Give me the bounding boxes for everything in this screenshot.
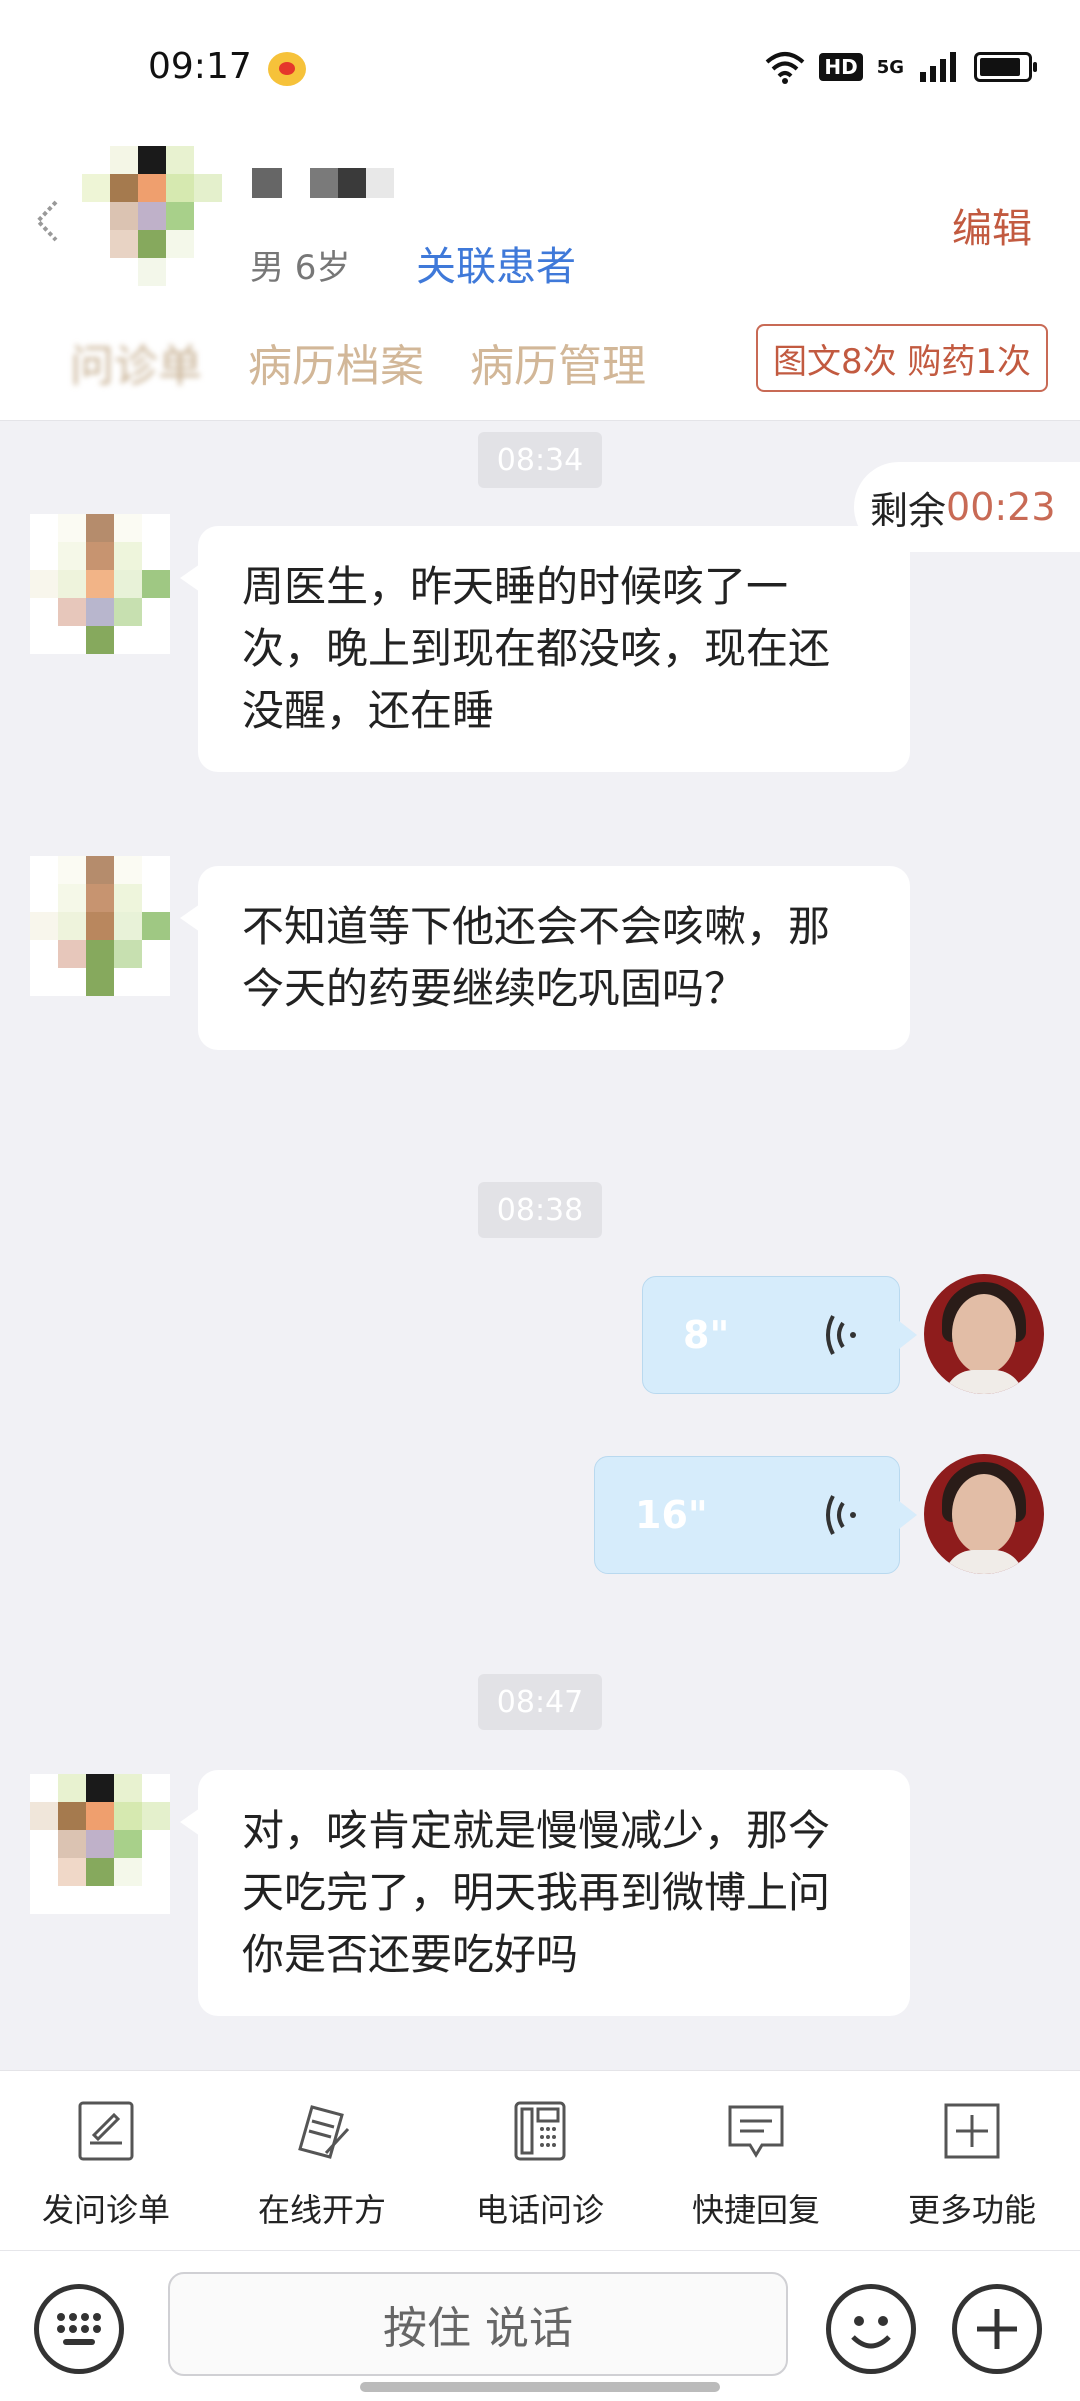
timestamp: 08:38	[478, 1182, 602, 1238]
voice-message[interactable]: 8"	[642, 1276, 917, 1394]
keyboard-toggle-icon[interactable]	[34, 2284, 124, 2374]
doctor-avatar[interactable]	[924, 1274, 1044, 1394]
voice-duration: 8"	[683, 1313, 730, 1357]
service-count-badge[interactable]: 图文8次 购药1次	[756, 324, 1048, 392]
hd-badge: HD	[819, 53, 863, 81]
tool-label: 在线开方	[257, 2191, 386, 2229]
phone-icon	[514, 2101, 566, 2161]
patient-message[interactable]: 周医生，昨天睡的时候咳了一次，晚上到现在都没咳，现在还没醒，还在睡	[180, 526, 910, 772]
function-toolbar: 发问诊单 在线开方 电话问诊 快捷回复 更多功能	[0, 2070, 1080, 2251]
timestamp: 08:47	[478, 1674, 602, 1730]
prescription-icon	[298, 2105, 350, 2159]
emoji-icon[interactable]	[826, 2284, 916, 2374]
voice-message[interactable]: 16"	[594, 1456, 917, 1574]
tool-label: 电话问诊	[475, 2191, 604, 2229]
tool-label: 更多功能	[907, 2191, 1036, 2229]
more-icon	[944, 2103, 1000, 2159]
link-patient-link[interactable]: 关联患者	[416, 234, 576, 292]
tool-label: 快捷回复	[691, 2191, 820, 2229]
patient-message[interactable]: 对，咳肯定就是慢慢减少，那今天吃完了，明天我再到微博上问你是否还要吃好吗	[180, 1770, 910, 2016]
tab-record-management[interactable]: 病历管理	[470, 330, 646, 394]
network-type: 5G	[876, 56, 904, 78]
tab-bar: 问诊单 病历档案 病历管理	[70, 330, 646, 394]
voice-duration: 16"	[635, 1493, 708, 1537]
voice-wave-icon	[826, 1315, 856, 1355]
remaining-value: 00:23	[946, 485, 1056, 529]
send-consult-form-button[interactable]: 发问诊单	[6, 2099, 206, 2231]
patient-avatar[interactable]	[30, 514, 170, 654]
quick-reply-button[interactable]: 快捷回复	[656, 2099, 856, 2231]
battery-icon	[974, 52, 1037, 82]
wifi-icon	[766, 52, 805, 84]
status-time: 09:17	[148, 46, 252, 87]
doctor-avatar[interactable]	[924, 1454, 1044, 1574]
form-icon	[78, 2101, 134, 2161]
patient-avatar[interactable]	[82, 146, 222, 286]
hold-to-talk-button[interactable]: 按住 说话	[168, 2272, 788, 2376]
phone-consult-button[interactable]: 电话问诊	[440, 2099, 640, 2231]
home-indicator[interactable]	[360, 2382, 720, 2392]
patient-avatar[interactable]	[30, 856, 170, 996]
quick-reply-icon	[728, 2105, 784, 2158]
signal-icon	[920, 52, 956, 82]
patient-name-redacted	[252, 168, 402, 198]
weibo-icon	[268, 52, 306, 86]
patient-avatar[interactable]	[30, 1774, 170, 1914]
edit-button[interactable]: 编辑	[952, 196, 1032, 254]
patient-gender-age: 男 6岁	[250, 248, 351, 288]
add-icon[interactable]	[952, 2284, 1042, 2374]
patient-message[interactable]: 不知道等下他还会不会咳嗽，那今天的药要继续吃巩固吗？	[180, 866, 910, 1050]
tab-medical-records[interactable]: 病历档案	[248, 330, 424, 394]
timestamp: 08:34	[478, 432, 602, 488]
tab-consult-form[interactable]: 问诊单	[70, 330, 202, 394]
more-functions-button[interactable]: 更多功能	[872, 2099, 1072, 2231]
back-arrow-icon[interactable]	[32, 196, 62, 246]
status-icons: HD 5G	[765, 46, 1037, 88]
online-prescription-button[interactable]: 在线开方	[222, 2099, 422, 2231]
tool-label: 发问诊单	[41, 2191, 170, 2229]
voice-wave-icon	[826, 1495, 856, 1535]
